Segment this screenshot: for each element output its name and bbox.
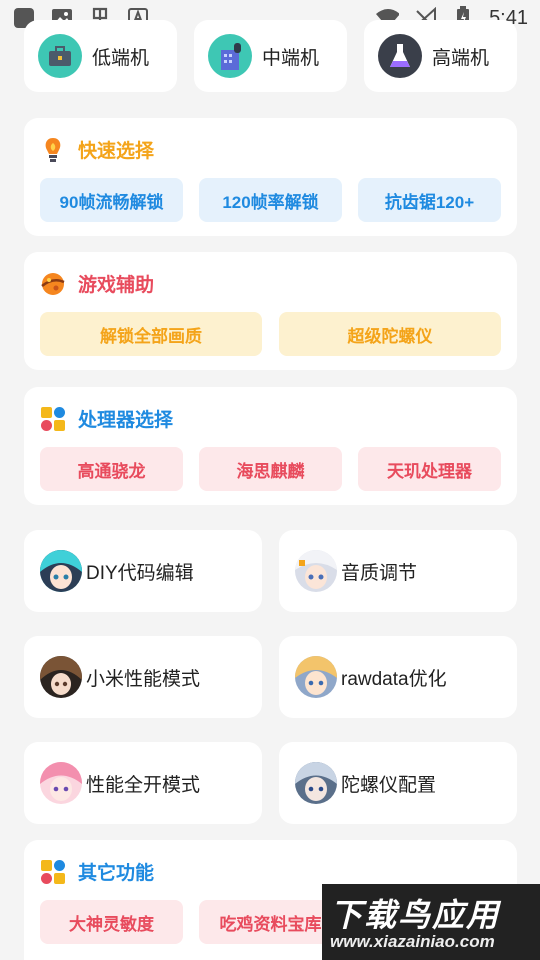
section-label: 快速选择 — [78, 141, 155, 162]
cpu-select-title: 处理器选择 — [40, 405, 173, 432]
avatar-grey-icon — [295, 762, 337, 804]
tier-label: 高端机 — [432, 47, 490, 69]
cpu-button-snapdragon[interactable]: 高通骁龙 — [40, 447, 183, 491]
game-assist-title: 游戏辅助 — [40, 270, 154, 297]
section-label: 其它功能 — [78, 863, 155, 884]
quick-select-title: 快速选择 — [40, 136, 154, 163]
feature-label: DIY代码编辑 — [86, 562, 194, 584]
tier-high-end[interactable]: 高端机 — [364, 20, 517, 92]
feature-audio-tuning[interactable]: 音质调节 — [279, 530, 517, 612]
feature-label: rawdata优化 — [341, 668, 447, 690]
tiles-icon — [40, 406, 66, 432]
other-button-pubg-library[interactable]: 吃鸡资料宝库 — [199, 900, 342, 944]
feature-gyroscope-config[interactable]: 陀螺仪配置 — [279, 742, 517, 824]
tier-mid-range[interactable]: 中端机 — [194, 20, 347, 92]
quick-button-antialias[interactable]: 抗齿锯120+ — [358, 178, 501, 222]
quick-select-card: 快速选择 90帧流畅解锁 120帧率解锁 抗齿锯120+ — [24, 118, 517, 236]
section-label: 游戏辅助 — [78, 275, 155, 296]
other-functions-title: 其它功能 — [40, 858, 154, 885]
avatar-blonde-icon — [295, 656, 337, 698]
feature-label: 小米性能模式 — [86, 668, 201, 690]
quick-button-120fps[interactable]: 120帧率解锁 — [199, 178, 342, 222]
other-button-sensitivity[interactable]: 大神灵敏度 — [40, 900, 183, 944]
watermark-title: 下载鸟应用 — [330, 897, 501, 933]
feature-label: 陀螺仪配置 — [341, 774, 437, 796]
game-button-unlock-quality[interactable]: 解锁全部画质 — [40, 312, 262, 356]
game-button-gyroscope[interactable]: 超级陀螺仪 — [279, 312, 501, 356]
building-icon — [208, 34, 252, 78]
bulb-icon — [40, 137, 66, 163]
feature-full-performance[interactable]: 性能全开模式 — [24, 742, 262, 824]
game-assist-card: 游戏辅助 解锁全部画质 超级陀螺仪 — [24, 252, 517, 370]
feature-rawdata-optimize[interactable]: rawdata优化 — [279, 636, 517, 718]
feature-label: 性能全开模式 — [86, 774, 201, 796]
avatar-brown-icon — [40, 656, 82, 698]
section-label: 处理器选择 — [78, 410, 174, 431]
tier-label: 中端机 — [262, 47, 320, 69]
tier-label: 低端机 — [92, 47, 150, 69]
avatar-silver-icon — [295, 550, 337, 592]
planet-icon — [40, 271, 66, 297]
cpu-button-kirin[interactable]: 海思麒麟 — [199, 447, 342, 491]
tier-low-end[interactable]: 低端机 — [24, 20, 177, 92]
avatar-pink-icon — [40, 762, 82, 804]
tiles-icon — [40, 859, 66, 885]
feature-diy-code-edit[interactable]: DIY代码编辑 — [24, 530, 262, 612]
avatar-teal-icon — [40, 550, 82, 592]
briefcase-icon — [38, 34, 82, 78]
feature-label: 音质调节 — [341, 562, 418, 584]
cpu-select-card: 处理器选择 高通骁龙 海思麒麟 天玑处理器 — [24, 387, 517, 505]
watermark-logo: 下载鸟应用 www.xiazainiao.com — [322, 884, 540, 960]
watermark-url: www.xiazainiao.com — [330, 932, 495, 951]
quick-button-90fps[interactable]: 90帧流畅解锁 — [40, 178, 183, 222]
feature-xiaomi-performance[interactable]: 小米性能模式 — [24, 636, 262, 718]
cpu-button-dimensity[interactable]: 天玑处理器 — [358, 447, 501, 491]
flask-icon — [378, 34, 422, 78]
